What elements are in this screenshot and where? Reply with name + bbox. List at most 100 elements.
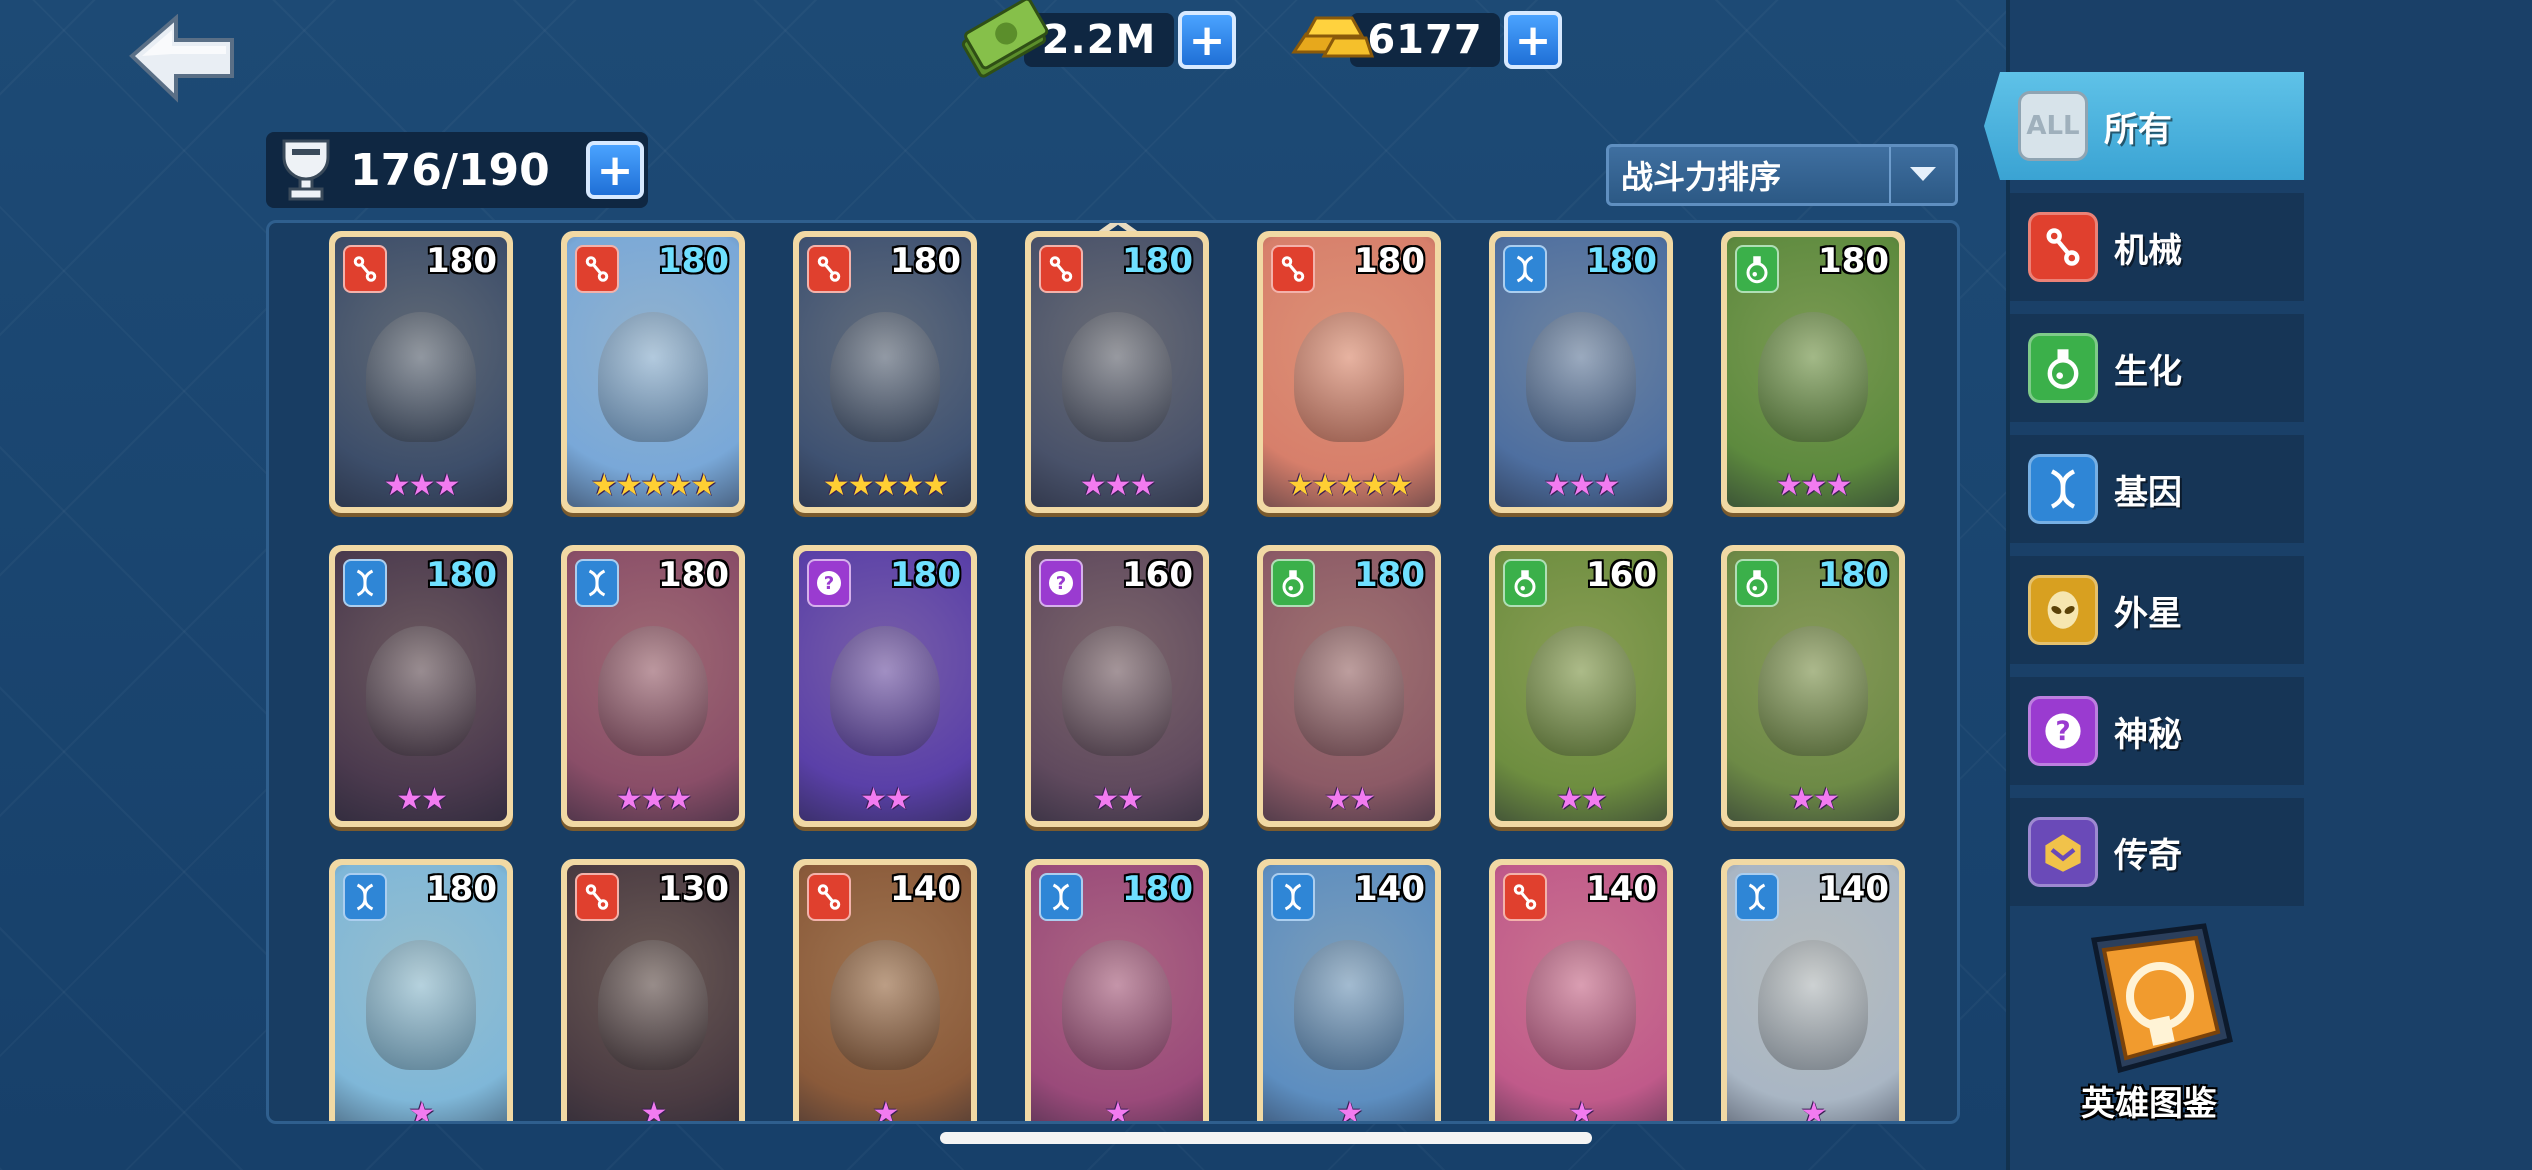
hero-figure bbox=[366, 626, 476, 757]
hero-codex-label: 英雄图鉴 bbox=[2081, 1084, 2217, 1124]
hero-card[interactable]: 180 ★ bbox=[1025, 859, 1209, 1121]
hero-figure bbox=[1294, 312, 1404, 443]
hero-stars: ★★★★★ bbox=[590, 468, 717, 503]
hero-card[interactable]: 180 ★★★★★ bbox=[1257, 231, 1441, 513]
add-gold-button[interactable]: + bbox=[1504, 11, 1562, 69]
hero-stars: ★★★ bbox=[1079, 468, 1157, 503]
sidebar-item-label: 机械 bbox=[2114, 230, 2182, 271]
hero-portrait: ? 160 ★★ bbox=[1031, 551, 1203, 821]
hero-card[interactable]: 180 ★★★ bbox=[1025, 231, 1209, 513]
svg-text:?: ? bbox=[2055, 716, 2070, 747]
gene-faction-icon bbox=[1503, 245, 1547, 293]
mystery-faction-icon: ? bbox=[1039, 559, 1083, 607]
add-cash-button[interactable]: + bbox=[1178, 11, 1236, 69]
hero-figure bbox=[1758, 312, 1868, 443]
hero-power: 180 bbox=[426, 241, 497, 281]
hero-figure bbox=[1758, 940, 1868, 1071]
sidebar-item-gene[interactable]: 基因 bbox=[2010, 435, 2304, 543]
gene-faction-icon bbox=[1039, 873, 1083, 921]
sidebar-item-all[interactable]: ALL 所有 bbox=[1984, 72, 2304, 180]
hero-power: 180 bbox=[1586, 241, 1657, 281]
hero-stars: ★★★ bbox=[1775, 468, 1853, 503]
gene-faction-icon bbox=[1735, 873, 1779, 921]
hero-figure bbox=[1062, 940, 1172, 1071]
hero-card[interactable]: 180 ★★ bbox=[1257, 545, 1441, 827]
mech-faction-icon bbox=[1503, 873, 1547, 921]
hero-card[interactable]: 160 ★★ bbox=[1489, 545, 1673, 827]
hero-power: 180 bbox=[1122, 869, 1193, 909]
hero-portrait: 140 ★ bbox=[1263, 865, 1435, 1124]
hero-figure bbox=[1294, 626, 1404, 757]
hero-portrait: 180 ★★★ bbox=[1495, 237, 1667, 507]
hero-card[interactable]: 180 ★★★ bbox=[1721, 231, 1905, 513]
hero-power: 180 bbox=[658, 555, 729, 595]
hero-stars: ★★★ bbox=[383, 468, 461, 503]
hero-card[interactable]: 180 ★★★★★ bbox=[793, 231, 977, 513]
back-button[interactable] bbox=[128, 13, 238, 104]
hero-portrait: 140 ★ bbox=[1495, 865, 1667, 1124]
gene-faction-icon bbox=[1271, 873, 1315, 921]
hero-card[interactable]: 180 ★★★★★ bbox=[561, 231, 745, 513]
hero-portrait: 180 ★★★ bbox=[567, 551, 739, 821]
mech-faction-icon bbox=[1039, 245, 1083, 293]
mech-faction-icon bbox=[575, 245, 619, 293]
hero-portrait: 140 ★ bbox=[1727, 865, 1899, 1121]
hero-figure bbox=[366, 312, 476, 443]
sort-dropdown[interactable]: 战斗力排序 bbox=[1606, 144, 1958, 206]
hero-card[interactable]: 130 ★ bbox=[561, 859, 745, 1121]
hero-card[interactable]: 180 ★★ bbox=[329, 545, 513, 827]
sidebar-item-alien[interactable]: 外星 bbox=[2010, 556, 2304, 664]
hero-card[interactable]: 180 ★★★ bbox=[561, 545, 745, 827]
sidebar-item-bio[interactable]: 生化 bbox=[2010, 314, 2304, 422]
cash-resource: 2.2M + bbox=[958, 0, 1236, 78]
hero-capacity: 176/190 + bbox=[266, 132, 648, 208]
mech-faction-icon bbox=[2028, 212, 2098, 282]
hero-power: 140 bbox=[890, 869, 961, 909]
hero-card[interactable]: ? 180 ★★ bbox=[793, 545, 977, 827]
hero-stars: ★ bbox=[1336, 1096, 1364, 1124]
svg-text:?: ? bbox=[1056, 573, 1066, 594]
chevron-down-icon bbox=[1889, 147, 1955, 203]
hero-power: 180 bbox=[426, 869, 497, 909]
hero-card[interactable]: 140 ★ bbox=[1721, 859, 1905, 1121]
hero-stars: ★★★★★ bbox=[1286, 468, 1413, 503]
hero-card[interactable]: ? 160 ★★ bbox=[1025, 545, 1209, 827]
hero-figure bbox=[1526, 312, 1636, 443]
gene-faction-icon bbox=[2028, 454, 2098, 524]
mech-faction-icon bbox=[807, 873, 851, 921]
bio-faction-icon bbox=[1271, 559, 1315, 607]
hero-card[interactable]: 180 ★★ bbox=[1721, 545, 1905, 827]
sidebar-item-mech[interactable]: 机械 bbox=[2010, 193, 2304, 301]
hero-stars: ★★★★★ bbox=[822, 468, 949, 503]
hero-grid: 180 ★★★ 180 ★★★★★ 180 ★★★★★ 180 ★★★ 180 … bbox=[266, 220, 1960, 1124]
hero-card[interactable]: 140 ★ bbox=[1257, 859, 1441, 1124]
hero-portrait: 180 ★★★ bbox=[1031, 237, 1203, 507]
hero-stars: ★★★ bbox=[1543, 468, 1621, 503]
hero-card[interactable]: 140 ★ bbox=[1489, 859, 1673, 1124]
hero-stars: ★★ bbox=[1092, 782, 1144, 817]
bio-faction-icon bbox=[1735, 559, 1779, 607]
hero-card[interactable]: 180 ★★★ bbox=[329, 231, 513, 513]
hero-stars: ★ bbox=[1568, 1096, 1596, 1124]
hero-portrait: 180 ★★★ bbox=[1727, 237, 1899, 507]
hero-stars: ★★ bbox=[396, 782, 448, 817]
hero-card[interactable]: 180 ★ bbox=[329, 859, 513, 1121]
add-capacity-button[interactable]: + bbox=[586, 141, 644, 199]
codex-book-icon bbox=[2091, 923, 2233, 1074]
hero-card[interactable]: 180 ★★★ bbox=[1489, 231, 1673, 513]
hero-power: 180 bbox=[1354, 241, 1425, 281]
all-icon: ALL bbox=[2018, 91, 2088, 161]
sidebar-item-legend[interactable]: 传奇 bbox=[2010, 798, 2304, 906]
back-arrow-icon bbox=[129, 13, 234, 103]
hero-power: 160 bbox=[1586, 555, 1657, 595]
hero-stars: ★★ bbox=[1324, 782, 1376, 817]
mech-faction-icon bbox=[575, 873, 619, 921]
mech-faction-icon bbox=[343, 245, 387, 293]
hero-stars: ★ bbox=[872, 1096, 900, 1124]
bio-faction-icon bbox=[1503, 559, 1547, 607]
sidebar-item-label: 神秘 bbox=[2114, 714, 2182, 755]
hero-power: 180 bbox=[426, 555, 497, 595]
sidebar-item-mystery[interactable]: ? 神秘 bbox=[2010, 677, 2304, 785]
hero-figure bbox=[830, 940, 940, 1071]
hero-card[interactable]: 140 ★ bbox=[793, 859, 977, 1124]
